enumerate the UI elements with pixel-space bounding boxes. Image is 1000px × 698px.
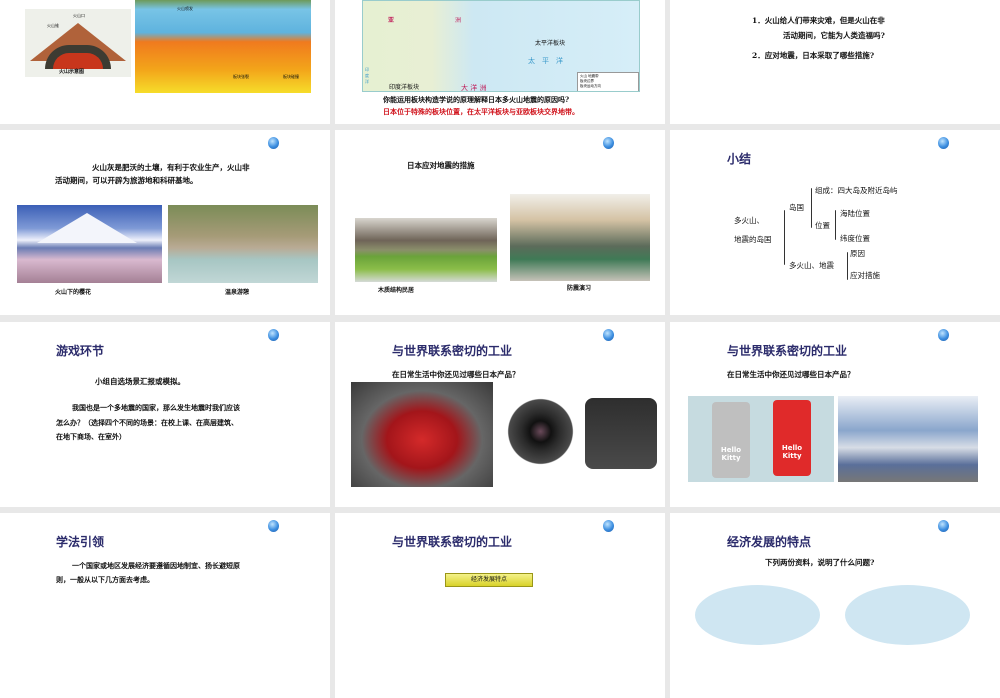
legend-direction: 板块运动方向 (580, 84, 601, 88)
globe-icon (938, 329, 949, 341)
wooden-house-image (355, 218, 497, 282)
map-label-pacific-ocean: 太 平 洋 (528, 57, 563, 65)
camera-back-image (585, 398, 657, 469)
kitty-label-2: Hello Kitty (773, 400, 811, 476)
map-label-indian-ocean: 印度洋 (365, 67, 369, 84)
caption-drill: 防震演习 (567, 285, 592, 292)
map-question: 你能运用板块构造学说的原理解释日本多火山地震的原因吗? (383, 95, 570, 104)
slide-thumbnail-4[interactable]: 火山灰是肥沃的土壤，有利于农业生产，火山非 活动期间，可以开辟为旅游地和科研基地… (0, 130, 330, 315)
tree-sea-land: 海陆位置 (840, 209, 870, 218)
tree-cause: 原因 (850, 249, 865, 258)
slide-thumbnail-12[interactable]: 经济发展的特点 下列两份资料，说明了什么问题? (670, 513, 1000, 698)
label-plate-collision: 板块碰撞 (283, 74, 299, 79)
slide-thumbnail-1[interactable]: 火山口 火山锥 火山示意图 火山喷发 板块张裂 板块碰撞 (0, 0, 330, 124)
tree-root-1: 多火山、 (734, 216, 764, 225)
economy-features-button[interactable]: 经济发展特点 (445, 573, 533, 587)
question-text: 在日常生活中你还见过哪些日本产品？ (727, 370, 855, 379)
question-2: 2．应对地震，日本采取了哪些措施? (752, 51, 875, 60)
question-1: 1．火山给人们带来灾难，但是火山在非 (752, 16, 885, 25)
hello-kitty-usb-image: Hello Kitty Hello Kitty (688, 396, 834, 482)
world-map-image-2 (845, 585, 970, 645)
world-map-image-1 (695, 585, 820, 645)
volcano-diagram-image: 火山口 火山锥 火山示意图 (25, 9, 131, 77)
tree-root-2: 地震的岛国 (734, 235, 772, 244)
slide-title: 小结 (727, 152, 752, 166)
slide-thumbnail-10[interactable]: 学法引领 一个国家或地区发展经济要遵循因地制宜、扬长避短原 则，一般从以下几方面… (0, 513, 330, 698)
store-shelves-image (838, 396, 978, 482)
caption-cherry: 火山下的樱花 (55, 289, 92, 296)
slide-thumbnail-9[interactable]: 与世界联系密切的工业 在日常生活中你还见过哪些日本产品？ Hello Kitty… (670, 322, 1000, 507)
label-crater: 火山口 (73, 13, 85, 18)
map-label-zhou: 洲 (455, 17, 462, 24)
question-1-cont: 活动期间，它能为人类造福吗? (783, 31, 885, 40)
globe-icon (938, 137, 949, 149)
paragraph-line-1: 我国也是一个多地震的国家，那么发生地震时我们应该 (72, 403, 240, 412)
legend-quake: 地震带 (588, 74, 599, 78)
caption-hot-spring: 温泉游憩 (225, 289, 250, 296)
slide-title: 经济发展的特点 (727, 535, 812, 549)
paragraph-line-1: 一个国家或地区发展经济要遵循因地制宜、扬长避短原 (72, 561, 240, 570)
caption-volcano: 火山示意图 (59, 69, 85, 75)
slide-title: 日本应对地震的措施 (407, 161, 475, 170)
red-car-image (351, 382, 493, 487)
kitty-label-1: Hello Kitty (712, 402, 750, 478)
map-label-pacific-plate: 太平洋板块 (535, 40, 566, 47)
camera-front-image (503, 394, 578, 469)
globe-icon (603, 137, 614, 149)
slide-title: 游戏环节 (56, 344, 105, 358)
slide-thumbnail-2[interactable]: 亚 洲 太平洋板块 太 平 洋 印度洋板块 印度洋 大 洋 洲 火山 地震带 板… (335, 0, 665, 124)
caption-wooden-house: 木质结构民居 (378, 287, 415, 294)
text-line-1: 小组自选场景汇报或模拟。 (95, 377, 185, 386)
slide-thumbnail-6[interactable]: 小结 多火山、 地震的岛国 岛国 组成：四大岛及附近岛屿 位置 海陆位置 纬度位… (670, 130, 1000, 315)
slide-thumbnail-3[interactable]: 1．火山给人们带来灾难，但是火山在非 活动期间，它能为人类造福吗? 2．应对地震… (670, 0, 1000, 124)
plate-block-diagram-image: 火山喷发 板块张裂 板块碰撞 (135, 0, 311, 93)
slide-title: 与世界联系密切的工业 (727, 344, 848, 358)
slide-title: 学法引领 (56, 535, 105, 549)
tree-latitude: 纬度位置 (840, 234, 870, 243)
label-cone: 火山锥 (47, 23, 59, 28)
globe-icon (938, 520, 949, 532)
map-label-asia: 亚 (388, 17, 395, 24)
slide-title: 与世界联系密切的工业 (392, 535, 513, 549)
slide-thumbnail-7[interactable]: 游戏环节 小组自选场景汇报或模拟。 我国也是一个多地震的国家，那么发生地震时我们… (0, 322, 330, 507)
globe-icon (603, 329, 614, 341)
question-text: 下列两份资料，说明了什么问题? (765, 558, 875, 567)
paragraph-line-2: 怎么办？（选择四个不同的场景：在校上课、在高层建筑、 (56, 418, 238, 427)
globe-icon (268, 329, 279, 341)
tree-measures: 应对措施 (850, 271, 880, 280)
slide-thumbnail-8[interactable]: 与世界联系密切的工业 在日常生活中你还见过哪些日本产品？ (335, 322, 665, 507)
paragraph-line-2: 则，一般从以下几方面去考虑。 (56, 575, 154, 584)
tree-island: 岛国 (789, 203, 804, 212)
map-label-indian-plate: 印度洋板块 (389, 84, 420, 91)
earthquake-drill-image (510, 194, 650, 281)
globe-icon (603, 520, 614, 532)
text-line-1: 火山灰是肥沃的土壤，有利于农业生产，火山非 (92, 163, 250, 172)
map-answer: 日本位于特殊的板块位置，在太平洋板块与亚欧板块交界地带。 (383, 107, 579, 116)
slide-title: 与世界联系密切的工业 (392, 344, 513, 358)
tree-position: 位置 (815, 221, 830, 230)
map-legend: 火山 地震带 板块边界 板块运动方向 (577, 72, 639, 91)
globe-icon (268, 520, 279, 532)
tree-volcano-quake: 多火山、地震 (789, 261, 834, 270)
label-plate-split: 板块张裂 (233, 74, 249, 79)
globe-icon (268, 137, 279, 149)
plate-map-image: 亚 洲 太平洋板块 太 平 洋 印度洋板块 印度洋 大 洋 洲 火山 地震带 板… (362, 0, 640, 92)
slide-thumbnail-11[interactable]: 与世界联系密切的工业 经济发展特点 (335, 513, 665, 698)
label-eruption: 火山喷发 (177, 6, 193, 11)
paragraph-line-3: 在地下商场、在室外） (56, 432, 126, 441)
slide-thumbnail-5[interactable]: 日本应对地震的措施 木质结构民居 防震演习 (335, 130, 665, 315)
question-text: 在日常生活中你还见过哪些日本产品？ (392, 370, 520, 379)
tree-composition: 组成：四大岛及附近岛屿 (815, 186, 898, 195)
text-line-2: 活动期间，可以开辟为旅游地和科研基地。 (55, 176, 198, 185)
map-label-oceania: 大 洋 洲 (461, 84, 487, 92)
legend-volcano: 火山 (580, 74, 587, 78)
hot-spring-image (168, 205, 318, 283)
mount-fuji-cherry-image (17, 205, 162, 283)
legend-boundary: 板块边界 (580, 79, 594, 83)
